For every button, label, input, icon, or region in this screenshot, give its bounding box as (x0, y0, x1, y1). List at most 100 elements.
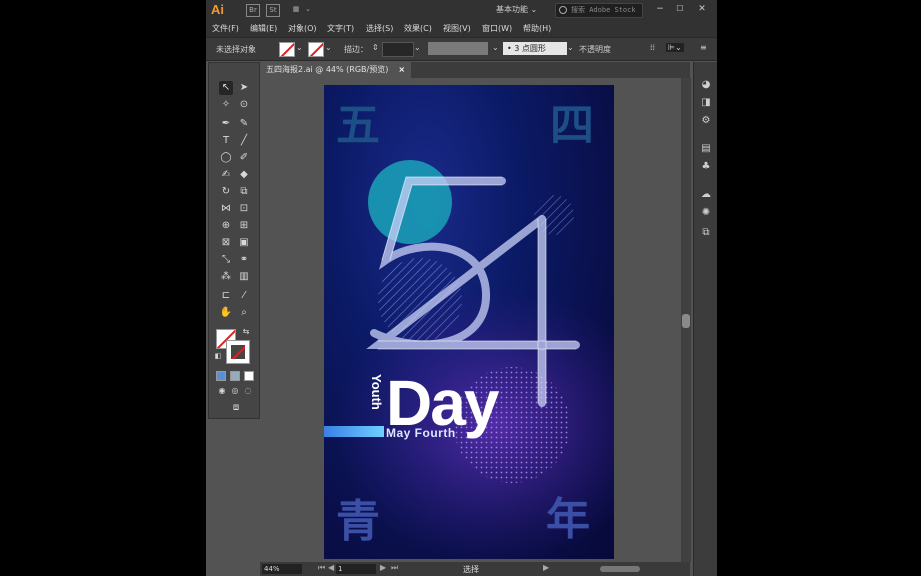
swap-fill-stroke-icon[interactable]: ⇆ (239, 325, 253, 339)
search-icon (559, 6, 567, 14)
vertical-scroll-thumb[interactable] (682, 314, 690, 328)
chevron-down-icon[interactable]: ⌄ (302, 4, 314, 15)
scale-tool-icon[interactable]: ⧉ (237, 185, 251, 199)
zoom-level-field[interactable]: 44% (262, 564, 302, 574)
vertical-scrollbar[interactable] (681, 78, 691, 562)
status-mode-text[interactable]: 选择 (463, 564, 479, 575)
gradient-tool-icon[interactable]: ▣ (237, 236, 251, 250)
minimize-button[interactable]: − (652, 2, 668, 16)
color-guide-icon[interactable]: ◨ (699, 96, 713, 110)
rotate-tool-icon[interactable]: ↻ (219, 185, 233, 199)
swatches-panel-icon[interactable]: ▤ (699, 142, 713, 156)
chevron-down-icon[interactable]: ⌄ (296, 43, 303, 52)
brush-definition-select[interactable]: • 3 点圆形 (503, 42, 567, 55)
control-bar: 未选择对象 ⌄ ⌄ 描边： ⇕ ⌄ ⌄ • 3 点圆形 ⌄ 不透明度 ⁞⁞ ⊫⌄… (206, 38, 717, 61)
appearance-panel-icon[interactable]: ⚙ (699, 114, 713, 128)
chevron-down-icon[interactable]: ⌄ (414, 43, 421, 52)
fill-color-swatch[interactable] (279, 42, 295, 57)
hand-tool-icon[interactable]: ✋ (219, 306, 233, 320)
document-tab[interactable]: 五四海报2.ai @ 44% (RGB/预览) × (260, 62, 412, 78)
stroke-weight-field[interactable] (382, 42, 414, 57)
panel-menu-icon[interactable]: ≡ (700, 43, 707, 52)
zoom-tool-icon[interactable]: ⌕ (237, 306, 251, 320)
pen-tool-icon[interactable]: ✒ (219, 117, 233, 131)
default-fill-stroke-icon[interactable]: ◧ (211, 349, 225, 363)
artboard-number-field[interactable]: 1 (336, 564, 376, 574)
menu-file[interactable]: 文件(F) (212, 23, 239, 34)
stock-search-input[interactable]: 搜索 Adobe Stock (555, 3, 643, 18)
previous-artboard-icon[interactable]: ◀ (328, 563, 334, 572)
chevron-down-icon[interactable]: ⌄ (492, 43, 499, 52)
change-screen-mode-icon[interactable]: ⧈ (229, 401, 243, 415)
bridge-icon[interactable]: Br (246, 4, 260, 17)
illustrator-window: Ai Br St ▦ ⌄ 基本功能 ⌄ 搜索 Adobe Stock − ☐ ✕… (206, 0, 717, 576)
next-artboard-icon[interactable]: ▶ (380, 563, 386, 572)
shape-builder-tool-icon[interactable]: ⊕ (219, 219, 233, 233)
menu-help[interactable]: 帮助(H) (523, 23, 551, 34)
none-mode-icon[interactable] (244, 371, 254, 381)
shaper-tool-icon[interactable]: ✍ (219, 168, 233, 182)
artboard-tool-icon[interactable]: ⊏ (219, 289, 233, 303)
type-tool-icon[interactable]: T (219, 134, 233, 148)
column-graph-tool-icon[interactable]: ▥ (237, 270, 251, 284)
last-artboard-icon[interactable]: ⏭ (391, 563, 398, 573)
opacity-label[interactable]: 不透明度 (579, 44, 611, 55)
maximize-button[interactable]: ☐ (672, 2, 688, 16)
slice-tool-icon[interactable]: ⁄ (237, 289, 251, 303)
blend-tool-icon[interactable]: ⚭ (237, 253, 251, 267)
brushes-panel-icon[interactable]: ✺ (699, 206, 713, 220)
artboard[interactable]: 五 四 青 年 Youth Day May Fourth (324, 85, 614, 559)
width-tool-icon[interactable]: ⋈ (219, 202, 233, 216)
close-tab-icon[interactable]: × (398, 65, 405, 74)
transform-panel-icon[interactable]: ⊫⌄ (666, 43, 684, 52)
align-icon[interactable]: ⁞⁞ (650, 43, 655, 52)
symbols-panel-icon[interactable]: ♣ (699, 160, 713, 174)
symbol-sprayer-tool-icon[interactable]: ⁂ (219, 270, 233, 284)
menu-effect[interactable]: 效果(C) (404, 23, 432, 34)
variable-width-profile[interactable] (428, 42, 488, 55)
curvature-tool-icon[interactable]: ✎ (237, 117, 251, 131)
menu-select[interactable]: 选择(S) (366, 23, 393, 34)
stroke-color-box[interactable] (226, 340, 250, 364)
free-transform-tool-icon[interactable]: ⊡ (237, 202, 251, 216)
selection-tool-icon[interactable]: ↖ (219, 81, 233, 95)
horizontal-scroll-thumb[interactable] (600, 566, 640, 572)
cyan-circle (368, 160, 452, 244)
stroke-color-swatch[interactable] (308, 42, 324, 57)
chevron-down-icon[interactable]: ⌄ (567, 43, 574, 52)
perspective-grid-tool-icon[interactable]: ⊞ (237, 219, 251, 233)
selection-status: 未选择对象 (216, 45, 256, 54)
stroke-stepper-icon[interactable]: ⇕ (372, 43, 379, 52)
artwork-cyan-bar (324, 426, 384, 437)
ellipse-tool-icon[interactable]: ◯ (219, 151, 233, 165)
menu-edit[interactable]: 编辑(E) (250, 23, 277, 34)
color-panel-icon[interactable]: ◕ (699, 78, 713, 92)
first-artboard-icon[interactable]: ⏮ (318, 563, 325, 573)
mesh-tool-icon[interactable]: ⊠ (219, 236, 233, 250)
lasso-tool-icon[interactable]: ⊙ (237, 98, 251, 112)
color-mode-icon[interactable] (216, 371, 226, 381)
libraries-panel-icon[interactable]: ☁ (699, 188, 713, 202)
workspace-switcher[interactable]: 基本功能 ⌄ (496, 4, 537, 15)
artwork-youth-text: Youth (369, 374, 384, 410)
menu-window[interactable]: 窗口(W) (482, 23, 512, 34)
status-menu-icon[interactable]: ▶ (543, 563, 549, 572)
stock-icon[interactable]: St (266, 4, 280, 17)
draw-behind-icon[interactable]: ◎ (228, 384, 242, 398)
arrange-documents-icon[interactable]: ▦ (290, 4, 302, 15)
menu-view[interactable]: 视图(V) (443, 23, 471, 34)
draw-inside-icon[interactable]: ◌ (241, 384, 255, 398)
eraser-tool-icon[interactable]: ◆ (237, 168, 251, 182)
draw-normal-icon[interactable]: ◉ (215, 384, 229, 398)
paintbrush-tool-icon[interactable]: ✐ (237, 151, 251, 165)
magic-wand-tool-icon[interactable]: ✧ (219, 98, 233, 112)
close-button[interactable]: ✕ (694, 2, 710, 16)
artboards-panel-icon[interactable]: ⧉ (699, 226, 713, 240)
line-tool-icon[interactable]: ╱ (237, 134, 251, 148)
eyedropper-tool-icon[interactable]: ⤡ (219, 253, 233, 267)
gradient-mode-icon[interactable] (230, 371, 240, 381)
direct-selection-tool-icon[interactable]: ➤ (237, 81, 251, 95)
menu-object[interactable]: 对象(O) (288, 23, 317, 34)
chevron-down-icon[interactable]: ⌄ (325, 43, 332, 52)
menu-type[interactable]: 文字(T) (327, 23, 354, 34)
